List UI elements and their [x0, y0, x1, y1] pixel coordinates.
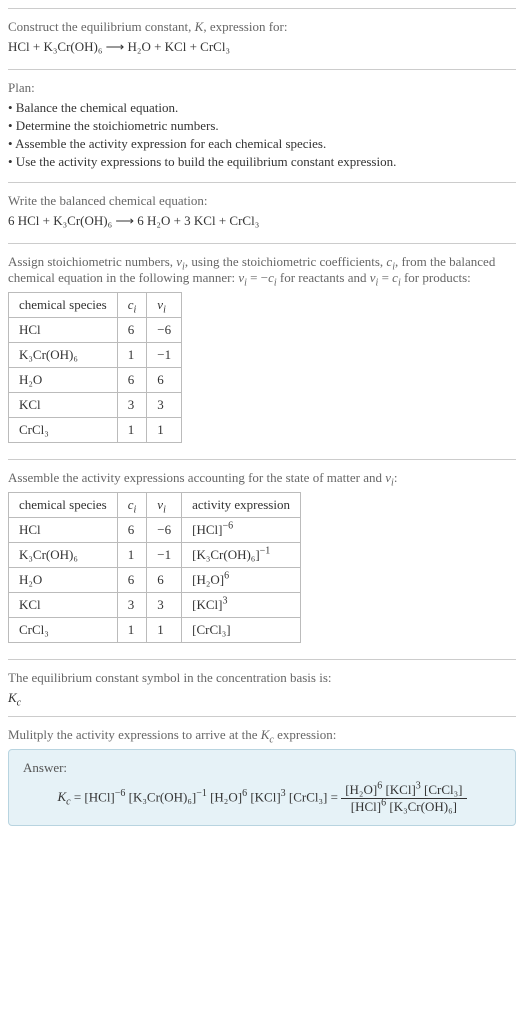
table-row: CrCl₃ 1 1 [CrCl₃]: [9, 618, 301, 643]
cell-species: HCl: [9, 318, 118, 343]
cell-activity: [CrCl₃]: [182, 618, 301, 643]
answer-expression: Kc = [HCl]−6 [K₃Cr(OH)₆]−1 [H₂O]6 [KCl]3…: [23, 782, 501, 815]
col-activity: activity expression: [182, 493, 301, 518]
cell-species: H₂O: [9, 368, 118, 393]
fraction-numerator: [H₂O]6 [KCl]3 [CrCl₃]: [341, 782, 466, 799]
cell-c: 1: [117, 418, 147, 443]
cell-c: 3: [117, 593, 147, 618]
cell-c: 1: [117, 343, 147, 368]
col-ci: ci: [117, 293, 147, 318]
stoich-intro: Assign stoichiometric numbers, νi, using…: [8, 254, 516, 286]
table-row: KCl 3 3: [9, 393, 182, 418]
cell-c: 3: [117, 393, 147, 418]
cell-species: KCl: [9, 593, 118, 618]
cell-v: 1: [147, 618, 182, 643]
cell-v: −6: [147, 318, 182, 343]
header-section: Construct the equilibrium constant, K, e…: [8, 8, 516, 69]
cell-species: H₂O: [9, 568, 118, 593]
cell-activity: [H₂O]6: [182, 568, 301, 593]
cell-species: K₃Cr(OH)₆: [9, 543, 118, 568]
plan-item-2: • Determine the stoichiometric numbers.: [8, 118, 516, 134]
cell-species: K₃Cr(OH)₆: [9, 343, 118, 368]
table-row: K₃Cr(OH)₆ 1 −1 [K₃Cr(OH)₆]−1: [9, 543, 301, 568]
cell-c: 1: [117, 618, 147, 643]
table-row: H₂O 6 6 [H₂O]6: [9, 568, 301, 593]
answer-label: Answer:: [23, 760, 501, 776]
activity-table: chemical species ci νi activity expressi…: [8, 492, 301, 643]
cell-c: 1: [117, 543, 147, 568]
balanced-prompt: Write the balanced chemical equation:: [8, 193, 516, 209]
cell-activity: [K₃Cr(OH)₆]−1: [182, 543, 301, 568]
cell-v: 6: [147, 368, 182, 393]
activity-intro: Assemble the activity expressions accoun…: [8, 470, 516, 486]
kc-symbol-value: Kc: [8, 690, 516, 706]
fraction-denominator: [HCl]6 [K₃Cr(OH)₆]: [341, 799, 466, 815]
kc-symbol-section: The equilibrium constant symbol in the c…: [8, 659, 516, 716]
plan-item-1: • Balance the chemical equation.: [8, 100, 516, 116]
cell-v: 6: [147, 568, 182, 593]
table-row: HCl 6 −6 [HCl]−6: [9, 518, 301, 543]
cell-v: −1: [147, 343, 182, 368]
table-header-row: chemical species ci νi: [9, 293, 182, 318]
multiply-section: Mulitply the activity expressions to arr…: [8, 716, 516, 836]
cell-species: CrCl₃: [9, 418, 118, 443]
col-vi: νi: [147, 493, 182, 518]
table-header-row: chemical species ci νi activity expressi…: [9, 493, 301, 518]
cell-c: 6: [117, 318, 147, 343]
col-species: chemical species: [9, 293, 118, 318]
table-row: K₃Cr(OH)₆ 1 −1: [9, 343, 182, 368]
kc-symbol-prompt: The equilibrium constant symbol in the c…: [8, 670, 516, 686]
table-row: KCl 3 3 [KCl]3: [9, 593, 301, 618]
answer-fraction: [H₂O]6 [KCl]3 [CrCl₃] [HCl]6 [K₃Cr(OH)₆]: [341, 782, 466, 815]
balanced-section: Write the balanced chemical equation: 6 …: [8, 182, 516, 243]
plan-title: Plan:: [8, 80, 516, 96]
col-species: chemical species: [9, 493, 118, 518]
cell-species: CrCl₃: [9, 618, 118, 643]
cell-species: HCl: [9, 518, 118, 543]
stoich-table: chemical species ci νi HCl 6 −6 K₃Cr(OH)…: [8, 292, 182, 443]
construct-prompt: Construct the equilibrium constant, K, e…: [8, 19, 516, 35]
cell-c: 6: [117, 368, 147, 393]
cell-v: 3: [147, 393, 182, 418]
cell-v: −6: [147, 518, 182, 543]
activity-section: Assemble the activity expressions accoun…: [8, 459, 516, 659]
table-row: H₂O 6 6: [9, 368, 182, 393]
plan-item-3: • Assemble the activity expression for e…: [8, 136, 516, 152]
cell-v: −1: [147, 543, 182, 568]
multiply-prompt: Mulitply the activity expressions to arr…: [8, 727, 516, 743]
col-ci: ci: [117, 493, 147, 518]
cell-activity: [KCl]3: [182, 593, 301, 618]
col-vi: νi: [147, 293, 182, 318]
table-row: CrCl₃ 1 1: [9, 418, 182, 443]
cell-v: 1: [147, 418, 182, 443]
unbalanced-equation: HCl + K₃Cr(OH)₆ ⟶ H₂O + KCl + CrCl₃: [8, 39, 516, 55]
plan-section: Plan: • Balance the chemical equation. •…: [8, 69, 516, 182]
cell-species: KCl: [9, 393, 118, 418]
cell-activity: [HCl]−6: [182, 518, 301, 543]
plan-item-4: • Use the activity expressions to build …: [8, 154, 516, 170]
answer-box: Answer: Kc = [HCl]−6 [K₃Cr(OH)₆]−1 [H₂O]…: [8, 749, 516, 826]
cell-c: 6: [117, 568, 147, 593]
cell-c: 6: [117, 518, 147, 543]
balanced-equation: 6 HCl + K₃Cr(OH)₆ ⟶ 6 H₂O + 3 KCl + CrCl…: [8, 213, 516, 229]
table-row: HCl 6 −6: [9, 318, 182, 343]
cell-v: 3: [147, 593, 182, 618]
stoich-section: Assign stoichiometric numbers, νi, using…: [8, 243, 516, 459]
